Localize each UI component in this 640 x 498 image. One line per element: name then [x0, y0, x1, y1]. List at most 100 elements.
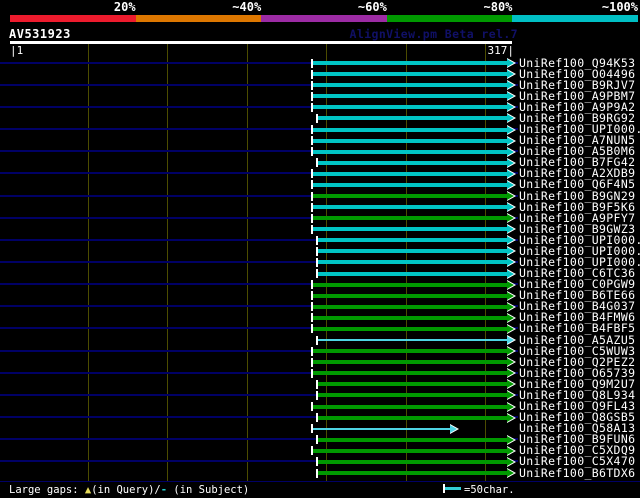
arrowhead-icon: [507, 214, 514, 223]
arrowhead-icon: [507, 92, 514, 101]
scale-label: ~80%: [483, 0, 513, 14]
alignment-bar[interactable]: [318, 339, 507, 341]
arrowhead-icon: [507, 358, 514, 367]
arrowhead-icon: [507, 192, 514, 200]
alignment-bar[interactable]: [318, 271, 507, 276]
arrowhead-icon: [507, 302, 514, 311]
footer-gap-legend: Large gaps: ▲(in Query)/- (in Subject): [9, 484, 249, 496]
alignment-bar[interactable]: [313, 282, 507, 287]
arrowhead-icon: [507, 269, 514, 278]
arrowhead-icon: [507, 435, 514, 444]
alignment-bar[interactable]: [313, 227, 507, 232]
hit-label[interactable]: UniRef100_B6TDX6: [519, 467, 635, 479]
arrowhead-icon: [507, 225, 514, 234]
arrowhead-icon: [507, 291, 514, 300]
footer-separator-line: [0, 481, 640, 482]
scale-segment: [512, 15, 638, 22]
alignment-bar[interactable]: [313, 194, 507, 198]
scale-label: 20%: [113, 0, 136, 14]
arrowhead-icon: [507, 280, 514, 289]
watermark-text: AlignView.pm Beta rel.7: [349, 27, 518, 41]
gap-query-text: (in Query)/: [91, 484, 161, 496]
alignment-bar[interactable]: [313, 360, 507, 365]
alignment-bar[interactable]: [313, 94, 507, 99]
arrowhead-icon: [507, 402, 514, 411]
arrowhead-icon: [507, 313, 514, 322]
arrowhead-icon: [507, 81, 514, 90]
alignment-bar[interactable]: [313, 205, 507, 209]
scale-label: ~40%: [232, 0, 262, 14]
alignment-bar[interactable]: [313, 72, 507, 77]
alignment-bar[interactable]: [313, 83, 507, 88]
scale-segment: [386, 15, 513, 22]
alignment-bar[interactable]: [318, 415, 507, 420]
alignment-bar[interactable]: [318, 459, 507, 464]
arrowhead-icon: [507, 369, 514, 378]
alignment-bar[interactable]: [313, 293, 507, 298]
alignment-bar[interactable]: [313, 105, 507, 110]
alignment-bar[interactable]: [313, 138, 507, 143]
alignment-bar[interactable]: [313, 182, 507, 187]
arrowhead-icon: [507, 180, 514, 189]
query-id: AV531923: [9, 27, 71, 41]
scale-segment: [10, 15, 136, 22]
alignment-bar[interactable]: [313, 149, 507, 154]
arrowhead-icon: [507, 125, 514, 134]
gap-subject-text: (in Subject): [167, 484, 250, 496]
alignment-bar[interactable]: [318, 471, 507, 475]
alignment-bar[interactable]: [318, 160, 507, 165]
alignment-bar[interactable]: [313, 216, 507, 221]
arrowhead-icon: [507, 203, 514, 211]
arrowhead-icon: [507, 347, 514, 356]
ruler-end-label: 317|: [487, 44, 515, 57]
arrowhead-icon: [507, 136, 514, 145]
scale-legend-text: =50char.: [464, 484, 515, 496]
alignment-bar[interactable]: [313, 349, 507, 354]
scale-segment: [135, 15, 262, 22]
alignment-bar[interactable]: [318, 238, 507, 243]
alignment-bar[interactable]: [313, 371, 507, 376]
scale-label: ~100%: [601, 0, 638, 14]
alignment-bar[interactable]: [313, 404, 507, 409]
ruler-start-label: |1: [10, 44, 24, 57]
arrowhead-icon: [449, 424, 457, 433]
alignment-bar[interactable]: [313, 448, 507, 453]
scale-segment: [261, 15, 387, 22]
alignment-bar[interactable]: [313, 326, 507, 331]
scale-legend-bar-icon: [445, 487, 461, 490]
alignment-bar[interactable]: [318, 393, 507, 398]
alignment-bar[interactable]: [313, 427, 450, 430]
alignment-bar[interactable]: [313, 61, 507, 65]
arrowhead-icon: [507, 147, 514, 156]
alignment-bar[interactable]: [318, 116, 507, 121]
alignment-bar[interactable]: [313, 171, 507, 176]
gap-legend-text: Large gaps:: [9, 484, 85, 496]
alignment-bar[interactable]: [313, 315, 507, 320]
alignment-bar[interactable]: [318, 437, 507, 442]
arrowhead-icon: [507, 70, 514, 79]
arrowhead-icon: [507, 236, 514, 245]
arrowhead-icon: [507, 247, 514, 256]
arrowhead-icon: [507, 158, 514, 167]
arrowhead-icon: [507, 114, 514, 123]
arrowhead-icon: [507, 258, 514, 267]
alignment-bar[interactable]: [313, 127, 507, 132]
arrowhead-icon: [507, 413, 514, 422]
query-ruler-bar: [10, 41, 512, 44]
alignment-bar[interactable]: [313, 304, 507, 309]
arrowhead-icon: [507, 103, 514, 112]
alignview-screen: 20% ~40% ~60% ~80% ~100% AV531923 AlignView.…: [0, 0, 640, 498]
scale-label: ~60%: [357, 0, 387, 14]
arrowhead-icon: [507, 380, 514, 389]
arrowhead-icon: [507, 469, 514, 477]
arrowhead-icon: [507, 324, 514, 333]
arrowhead-icon: [507, 446, 514, 455]
arrowhead-icon: [507, 457, 514, 466]
arrowhead-icon: [507, 59, 514, 67]
alignment-bar[interactable]: [318, 260, 507, 265]
alignment-row: UniRef100_B6TDX6: [0, 467, 640, 479]
arrowhead-icon: [507, 169, 514, 178]
alignment-bar[interactable]: [318, 382, 507, 387]
alignment-bar[interactable]: [318, 249, 507, 254]
arrowhead-icon: [507, 336, 514, 344]
